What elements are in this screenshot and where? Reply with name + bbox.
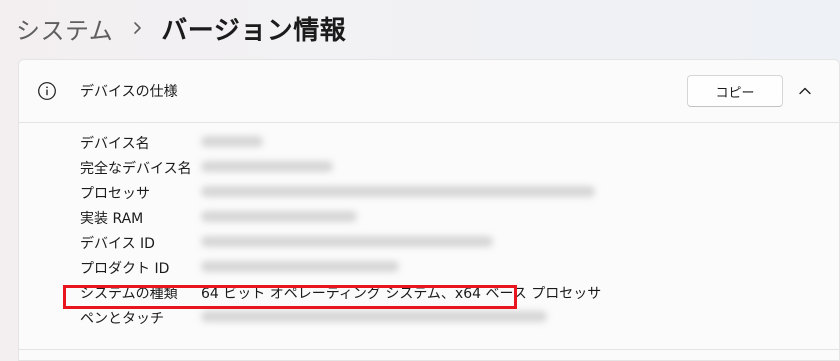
- spec-label: プロダクト ID: [80, 261, 170, 277]
- spec-label: 完全なデバイス名: [80, 161, 192, 177]
- spec-row-full-device-name: 完全なデバイス名: [19, 154, 839, 179]
- redacted-value: [201, 161, 333, 172]
- device-specs-card: デバイスの仕様 コピー デバイス名 完全なデバイス名 プロセッサ 実装 RAM …: [18, 59, 840, 361]
- redacted-value: [201, 236, 493, 247]
- collapse-button[interactable]: [793, 79, 817, 103]
- spec-row-product-id: プロダクト ID: [19, 254, 839, 279]
- spec-row-device-name: デバイス名: [19, 129, 839, 154]
- breadcrumb-parent-system[interactable]: システム: [16, 11, 113, 46]
- spec-label: デバイス名: [80, 136, 150, 152]
- divider: [19, 349, 839, 350]
- redacted-value: [201, 311, 547, 322]
- device-specs-header[interactable]: デバイスの仕様 コピー: [19, 60, 839, 123]
- chevron-up-icon: [799, 87, 811, 95]
- chevron-right-icon: [133, 21, 143, 35]
- breadcrumb: システム バージョン情報: [16, 8, 346, 48]
- redacted-value: [201, 186, 595, 197]
- redacted-value: [201, 261, 399, 272]
- spec-label: 実装 RAM: [80, 211, 144, 227]
- redacted-value: [201, 136, 263, 147]
- spec-row-processor: プロセッサ: [19, 179, 839, 204]
- spec-label: デバイス ID: [80, 236, 155, 252]
- spec-label: プロセッサ: [80, 186, 150, 202]
- spec-row-installed-ram: 実装 RAM: [19, 204, 839, 229]
- info-icon: [37, 81, 57, 101]
- redacted-value: [201, 211, 357, 222]
- page-title: バージョン情報: [161, 15, 347, 46]
- spec-row-device-id: デバイス ID: [19, 229, 839, 254]
- spec-label: ペンとタッチ: [80, 311, 164, 327]
- section-title: デバイスの仕様: [80, 84, 178, 100]
- copy-button[interactable]: コピー: [687, 75, 783, 107]
- highlight-box: [63, 285, 517, 309]
